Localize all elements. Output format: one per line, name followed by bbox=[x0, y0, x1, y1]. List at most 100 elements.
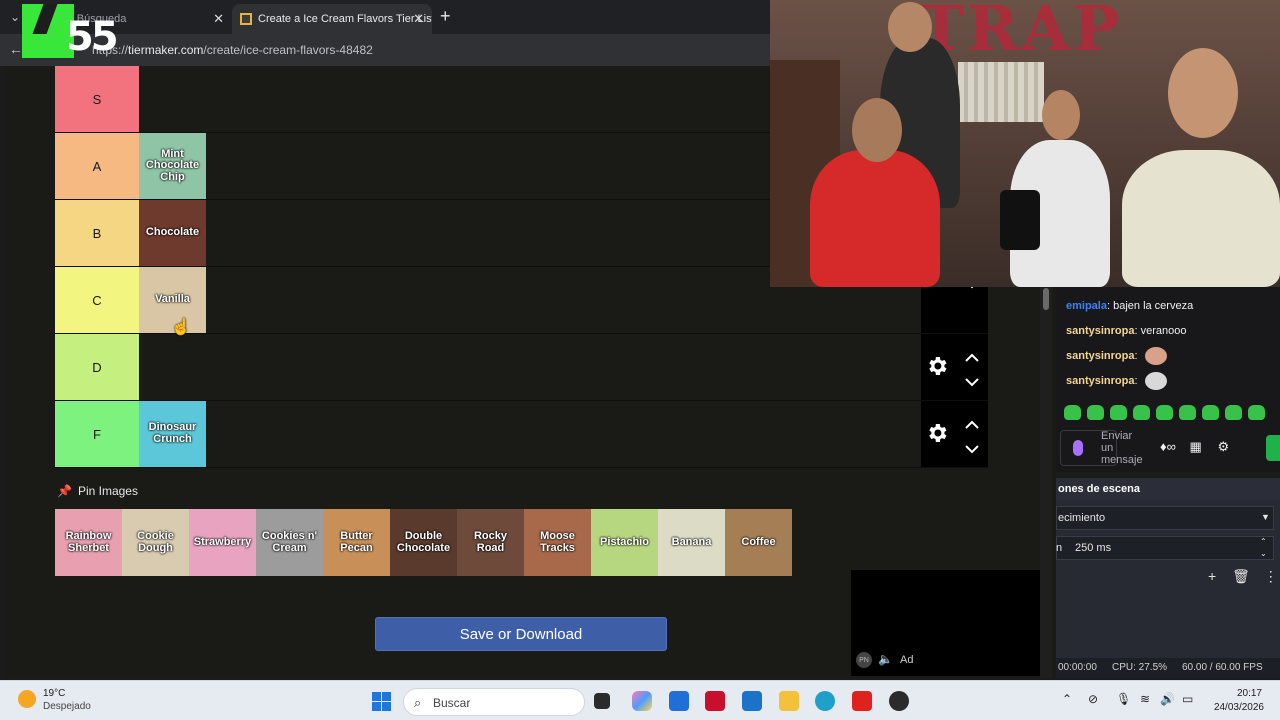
app-l-icon[interactable] bbox=[852, 691, 872, 711]
emote-icon[interactable] bbox=[1064, 405, 1081, 420]
windows-start-icon[interactable] bbox=[372, 692, 391, 711]
spinner-icon[interactable]: ⌃ ⌄ bbox=[1260, 536, 1267, 560]
edge-icon[interactable] bbox=[815, 691, 835, 711]
pool-item[interactable]: Pistachio bbox=[591, 509, 658, 576]
speaker-icon[interactable]: 🔈 bbox=[878, 652, 893, 666]
tier-label[interactable]: S bbox=[55, 66, 139, 132]
obs-transitions-panel: ones de escena ecimiento ▼ n 250 ms ⌃ ⌄ +… bbox=[1056, 478, 1280, 678]
search-icon: ⌕ bbox=[414, 695, 422, 710]
network-off-icon[interactable]: ⊘ bbox=[1088, 692, 1098, 706]
duration-label-fragment: n bbox=[1056, 542, 1063, 554]
tier-item[interactable]: Chocolate bbox=[139, 200, 206, 266]
emote-icon[interactable] bbox=[1087, 405, 1104, 420]
emote-icon[interactable] bbox=[1202, 405, 1219, 420]
pool-item[interactable]: Rocky Road bbox=[457, 509, 524, 576]
tab-tiermaker[interactable]: Create a Ice Cream Flavors Tier List ✕ bbox=[232, 4, 432, 34]
gear-icon[interactable] bbox=[925, 354, 949, 378]
ad-container[interactable]: PN 🔈 Ad bbox=[851, 570, 1040, 676]
weather-description[interactable]: Despejado bbox=[43, 701, 91, 712]
obs-icon[interactable] bbox=[889, 691, 909, 711]
pool-item[interactable]: Cookie Dough bbox=[122, 509, 189, 576]
weather-sun-icon[interactable] bbox=[18, 690, 36, 708]
person-head bbox=[888, 2, 932, 52]
pool-item[interactable]: Banana bbox=[658, 509, 725, 576]
task-view-icon[interactable] bbox=[594, 693, 610, 709]
tier-item[interactable]: Mint Chocolate Chip bbox=[139, 133, 206, 199]
emote-icon[interactable] bbox=[1225, 405, 1242, 420]
new-tab-icon[interactable]: + bbox=[440, 6, 451, 27]
volume-icon[interactable]: 🔊 bbox=[1160, 692, 1175, 706]
pool-item[interactable]: Moose Tracks bbox=[524, 509, 591, 576]
chat-send-button[interactable] bbox=[1266, 435, 1280, 461]
chat-username[interactable]: emipala bbox=[1066, 300, 1107, 312]
outlook-icon[interactable] bbox=[742, 691, 762, 711]
pool-item[interactable]: Cookies n' Cream bbox=[256, 509, 323, 576]
pin-images-toggle[interactable]: 📌 Pin Images bbox=[57, 484, 138, 498]
windows-taskbar: 19°C Despejado ⌕ Buscar ⌃ ⊘ 🎙 ≋ 🔊 ▭ 20:1… bbox=[0, 680, 1280, 720]
pool-item[interactable]: Strawberry bbox=[189, 509, 256, 576]
file-explorer-icon[interactable] bbox=[779, 691, 799, 711]
pool-item[interactable]: Coffee bbox=[725, 509, 792, 576]
tray-chevron-up-icon[interactable]: ⌃ bbox=[1062, 692, 1072, 706]
chat-username[interactable]: santysinropa bbox=[1066, 325, 1134, 337]
chevron-up-icon[interactable] bbox=[965, 417, 979, 429]
tier-drop-zone[interactable]: Dinosaur Crunch bbox=[139, 401, 206, 467]
wifi-icon[interactable]: ≋ bbox=[1140, 692, 1150, 706]
taskbar-search[interactable]: ⌕ Buscar bbox=[403, 688, 585, 716]
tier-item[interactable]: Dinosaur Crunch bbox=[139, 401, 206, 467]
emote-icon[interactable] bbox=[1110, 405, 1127, 420]
tier-label[interactable]: D bbox=[55, 334, 139, 400]
copilot-icon[interactable] bbox=[632, 691, 652, 711]
obs-cpu: CPU: 27.5% bbox=[1112, 662, 1168, 673]
tier-drop-zone[interactable]: Chocolate bbox=[139, 200, 206, 266]
pool-item[interactable]: Butter Pecan bbox=[323, 509, 390, 576]
pool-item[interactable]: Double Chocolate bbox=[390, 509, 457, 576]
trash-icon[interactable]: 🗑 bbox=[1232, 568, 1250, 584]
transition-value: ecimiento bbox=[1058, 512, 1106, 524]
save-or-download-button[interactable]: Save or Download bbox=[375, 617, 667, 651]
mcafee-icon[interactable] bbox=[705, 691, 725, 711]
battery-icon[interactable]: ▭ bbox=[1182, 692, 1193, 706]
chat-message: emipala: bajen la cerveza bbox=[1066, 300, 1194, 312]
tier-label[interactable]: C bbox=[55, 267, 139, 333]
emote-icon[interactable] bbox=[1248, 405, 1265, 420]
close-tab-icon[interactable]: ✕ bbox=[213, 11, 224, 27]
add-icon[interactable]: + bbox=[1208, 568, 1216, 584]
chevron-down-icon[interactable]: ▼ bbox=[1261, 512, 1270, 522]
store-icon[interactable]: ▦ bbox=[1190, 439, 1202, 454]
pool-item[interactable]: Rainbow Sherbet bbox=[55, 509, 122, 576]
url-text[interactable]: https://tiermaker.com/create/ice-cream-f… bbox=[92, 43, 373, 57]
emote-icon[interactable] bbox=[1133, 405, 1150, 420]
weather-temperature[interactable]: 19°C bbox=[43, 688, 65, 699]
microphone-tray-icon[interactable]: 🎙 bbox=[1116, 692, 1131, 706]
chevron-down-icon[interactable] bbox=[965, 441, 979, 454]
microphone-icon[interactable] bbox=[1073, 440, 1083, 456]
page-scrollbar[interactable] bbox=[1040, 286, 1052, 678]
tier-label[interactable]: B bbox=[55, 200, 139, 266]
bits-icon[interactable]: ♦∞ bbox=[1160, 439, 1176, 454]
taskbar-time[interactable]: 20:17 bbox=[1220, 688, 1262, 699]
chat-username[interactable]: santysinropa bbox=[1066, 350, 1134, 362]
more-icon[interactable]: ⋮ bbox=[1264, 568, 1278, 584]
tier-label[interactable]: F bbox=[55, 401, 139, 467]
taskbar-date[interactable]: 24/03/2026 bbox=[1208, 702, 1264, 713]
store-icon[interactable] bbox=[669, 691, 689, 711]
tab-search-icon[interactable]: ⌄ bbox=[10, 10, 20, 24]
k55-logo: 55 bbox=[22, 4, 119, 60]
obs-tool-buttons: + 🗑 ⋮ bbox=[1208, 568, 1278, 585]
chevron-up-icon[interactable] bbox=[965, 350, 979, 362]
chat-username[interactable]: santysinropa bbox=[1066, 375, 1134, 387]
gear-icon[interactable]: ⚙ bbox=[1217, 439, 1229, 454]
tier-label[interactable]: A bbox=[55, 133, 139, 199]
back-arrow-icon[interactable]: ← bbox=[9, 41, 23, 57]
emote-icon[interactable] bbox=[1156, 405, 1173, 420]
url-host: tiermaker.com bbox=[128, 43, 204, 57]
chevron-down-icon[interactable] bbox=[965, 374, 979, 387]
tier-drop-zone[interactable]: Mint Chocolate Chip bbox=[139, 133, 206, 199]
chat-input-placeholder: Enviar un mensaje bbox=[1101, 430, 1143, 466]
scrollbar-thumb[interactable] bbox=[1043, 288, 1049, 310]
emote-icon[interactable] bbox=[1179, 405, 1196, 420]
gear-icon[interactable] bbox=[925, 421, 949, 445]
close-tab-icon[interactable]: ✕ bbox=[413, 11, 424, 27]
face-emote-icon bbox=[1144, 347, 1167, 365]
